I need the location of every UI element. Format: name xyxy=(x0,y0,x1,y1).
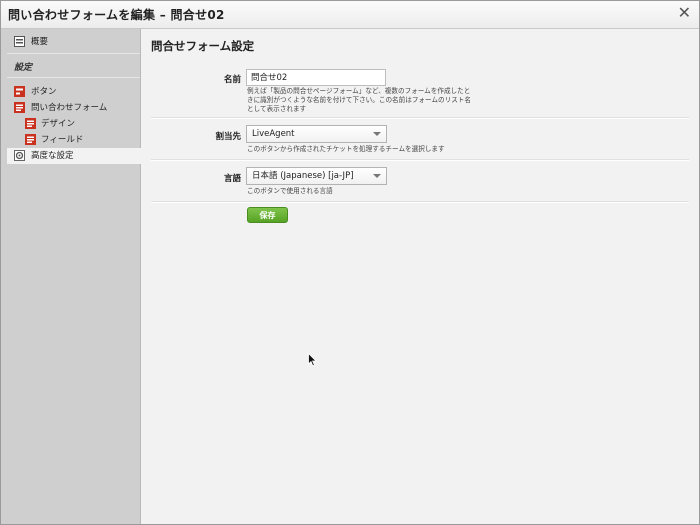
sidebar-item-button[interactable]: ボタン xyxy=(1,84,140,100)
row-divider xyxy=(151,201,689,203)
sidebar-item-fields[interactable]: フィールド xyxy=(1,132,140,148)
assign-help-text: このボタンから作成されたチケットを処理するチームを選択します xyxy=(247,145,445,153)
language-help-text: このボタンで使用される言語 xyxy=(247,187,333,195)
row-divider xyxy=(151,117,689,119)
dialog-window: 問い合わせフォームを編集 – 問合せ02 ✕ 概要 設定 ボタン 問い合わせフォ… xyxy=(0,0,700,525)
chevron-down-icon xyxy=(373,132,381,136)
close-icon[interactable]: ✕ xyxy=(678,4,691,22)
row-divider xyxy=(151,159,689,161)
sidebar-item-design[interactable]: デザイン xyxy=(1,116,140,132)
language-select[interactable]: 日本語 (Japanese) [ja-JP] xyxy=(246,167,387,185)
language-label: 言語 xyxy=(223,174,241,184)
mouse-cursor-icon xyxy=(308,353,317,367)
button-icon xyxy=(14,86,25,97)
language-select-value: 日本語 (Japanese) [ja-JP] xyxy=(252,171,354,181)
assign-select-value: LiveAgent xyxy=(252,129,295,139)
field-icon xyxy=(25,134,36,145)
overview-icon xyxy=(14,36,25,47)
sidebar-item-label: ボタン xyxy=(31,87,57,97)
sidebar-item-label: 概要 xyxy=(31,37,49,47)
sidebar-item-contact-form[interactable]: 問い合わせフォーム xyxy=(1,100,140,116)
assign-label: 割当先 xyxy=(215,132,241,142)
form-icon xyxy=(14,102,25,113)
sidebar-divider xyxy=(7,77,140,78)
sidebar-item-label: 高度な設定 xyxy=(31,151,74,161)
sidebar-section-settings: 設定 xyxy=(14,63,33,73)
page-title: 問合せフォーム設定 xyxy=(151,39,255,53)
gear-icon xyxy=(14,150,25,161)
titlebar: 問い合わせフォームを編集 – 問合せ02 ✕ xyxy=(1,1,699,29)
sidebar: 概要 設定 ボタン 問い合わせフォーム デザイン フィールド 高度な設定 xyxy=(1,29,141,524)
window-title: 問い合わせフォームを編集 – 問合せ02 xyxy=(8,8,225,22)
sidebar-item-advanced[interactable]: 高度な設定 xyxy=(1,148,140,164)
sidebar-item-label: デザイン xyxy=(41,119,76,129)
save-button[interactable]: 保存 xyxy=(247,207,288,223)
assign-select[interactable]: LiveAgent xyxy=(246,125,387,143)
design-icon xyxy=(25,118,36,129)
name-label: 名前 xyxy=(223,75,241,85)
main-panel: 問合せフォーム設定 名前 問合せ02 例えば「製品の問合せページフォーム」など、… xyxy=(141,29,699,524)
name-field[interactable]: 問合せ02 xyxy=(246,69,386,86)
name-help-text: 例えば「製品の問合せページフォーム」など、複数のフォームを作成したときに識別がつ… xyxy=(247,87,471,113)
sidebar-item-overview[interactable]: 概要 xyxy=(1,34,140,50)
sidebar-item-label: フィールド xyxy=(41,135,84,145)
sidebar-item-label: 問い合わせフォーム xyxy=(31,103,108,113)
sidebar-divider xyxy=(7,53,140,54)
chevron-down-icon xyxy=(373,174,381,178)
